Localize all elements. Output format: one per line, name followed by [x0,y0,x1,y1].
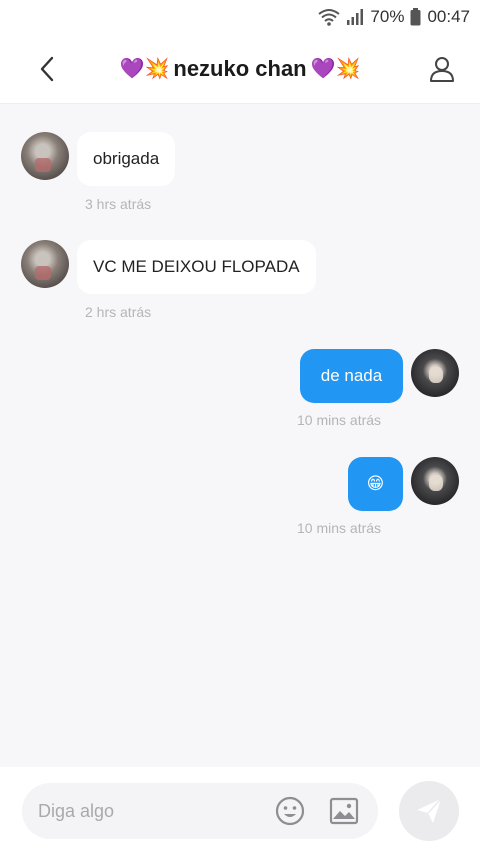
user-avatar[interactable] [411,457,459,505]
message-bubble-outgoing[interactable]: 😁 [348,457,403,511]
message-composer [0,767,480,852]
message-timestamp: 10 mins atrás [297,412,382,428]
user-avatar[interactable] [411,349,459,397]
wifi-icon [318,8,341,26]
image-button[interactable] [328,795,360,827]
contact-avatar[interactable] [21,132,69,180]
message-list: obrigada 3 hrs atrás VC ME DEIXOU FLOPAD… [0,105,480,767]
message-row-outgoing: 😁 [348,457,459,511]
profile-icon [430,57,454,82]
battery-icon [410,8,421,26]
chat-header: 💜💥 nezuko chan 💜💥 [0,34,480,104]
contact-avatar[interactable] [21,240,69,288]
chat-title: nezuko chan [173,56,307,81]
send-button[interactable] [399,781,459,841]
status-bar: 70% 00:47 [0,0,480,34]
title-emoji-left: 💜💥 [119,58,170,80]
message-row-incoming: VC ME DEIXOU FLOPADA [21,240,316,294]
send-icon [417,798,442,823]
message-bubble-incoming[interactable]: obrigada [77,132,176,186]
message-timestamp: 10 mins atrás [297,520,382,536]
profile-button[interactable] [424,51,460,87]
back-icon [40,56,54,82]
message-bubble-outgoing[interactable]: de nada [300,349,403,403]
title-emoji-right: 💜💥 [310,58,361,80]
message-timestamp: 3 hrs atrás [85,196,152,212]
message-input-box[interactable] [22,783,378,839]
message-row-incoming: obrigada [21,132,176,186]
chat-title-group: 💜💥 nezuko chan 💜💥 [0,34,480,104]
message-bubble-incoming[interactable]: VC ME DEIXOU FLOPADA [77,240,316,294]
battery-percent: 70% [370,7,405,26]
status-time: 00:47 [427,7,470,26]
back-button[interactable] [30,52,64,86]
signal-icon [346,9,364,25]
message-timestamp: 2 hrs atrás [85,304,152,320]
emoji-icon [275,796,305,826]
message-row-outgoing: de nada [300,349,459,403]
emoji-button[interactable] [274,795,306,827]
image-icon [329,797,359,825]
message-input[interactable] [38,783,258,839]
